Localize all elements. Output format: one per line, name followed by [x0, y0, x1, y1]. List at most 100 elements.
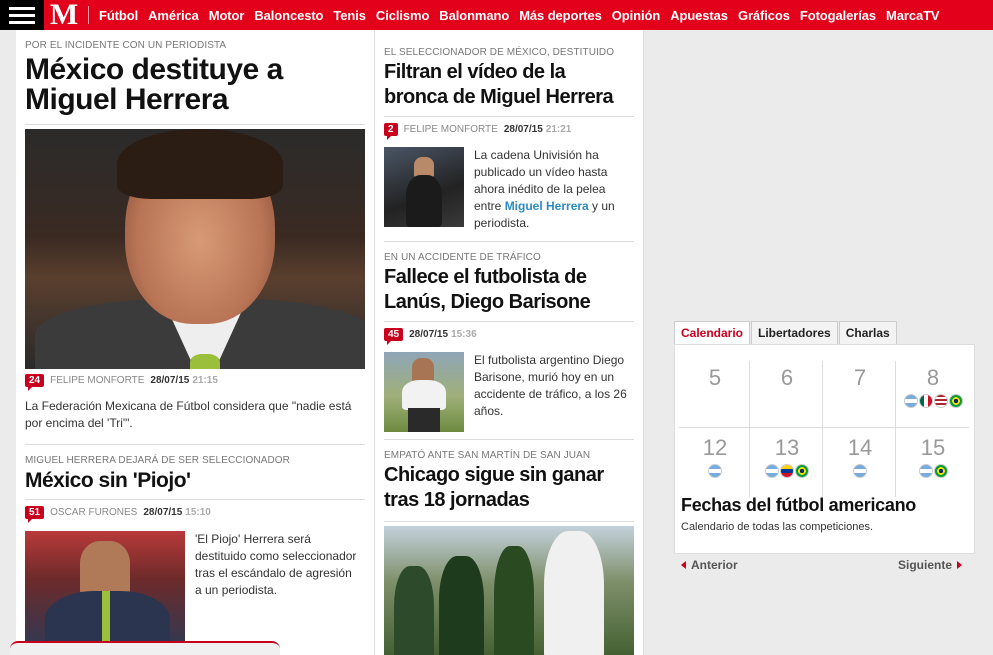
comment-count-badge[interactable]: 2 — [384, 123, 398, 140]
author[interactable]: FELIPE MONFORTE — [404, 124, 498, 135]
second-article-summary: 'El Piojo' Herrera será destituido como … — [195, 532, 357, 597]
chevron-left-icon — [681, 561, 686, 569]
nav-item-mas-deportes[interactable]: Más deportes — [519, 8, 602, 23]
divider — [384, 439, 634, 440]
second-article-title[interactable]: México sin 'Piojo' — [25, 469, 365, 493]
nav-item-balonmano[interactable]: Balonmano — [439, 8, 509, 23]
date: 28/07/15 — [409, 329, 449, 340]
usa-flag-icon — [933, 394, 948, 408]
marca-logo[interactable]: M — [44, 0, 84, 30]
calendar-day[interactable]: 12 — [679, 431, 751, 499]
second-article-kicker: MIGUEL HERRERA DEJARÁ DE SER SELECCIONAD… — [25, 455, 290, 466]
secondary-news-column: EL SELECCIONADOR DE MÉXICO, DESTITUIDO F… — [375, 30, 644, 655]
article-summary: El futbolista argentino Diego Barisone, … — [474, 353, 627, 418]
calendar-tabs: Calendario Libertadores Charlas — [674, 321, 975, 344]
second-article-body: 'El Piojo' Herrera será destituido como … — [25, 531, 365, 651]
main-news-column: POR EL INCIDENTE CON UN PERIODISTA Méxic… — [16, 30, 375, 655]
calendar-title[interactable]: Fechas del fútbol americano — [681, 495, 916, 516]
nav-item-opinion[interactable]: Opinión — [612, 8, 661, 23]
article-body: La cadena Univisión ha publicado un víde… — [384, 147, 634, 232]
second-article-image[interactable] — [25, 531, 185, 651]
main-article-title[interactable]: México destituye a Miguel Herrera — [25, 55, 365, 115]
comment-count-badge[interactable]: 51 — [25, 506, 45, 523]
tab-calendario[interactable]: Calendario — [674, 321, 751, 344]
venezuela-flag-icon — [780, 464, 794, 478]
calendar-day[interactable]: 5 — [679, 361, 751, 429]
time: 15:36 — [451, 329, 477, 340]
mexico-flag-icon — [918, 394, 933, 408]
chevron-right-icon — [957, 561, 963, 569]
nav-item-tenis[interactable]: Tenis — [333, 8, 366, 23]
main-article-meta: 24 FELIPE MONFORTE 28/07/15 21:15 — [25, 374, 365, 391]
article-image[interactable] — [384, 352, 464, 432]
nav-item-futbol[interactable]: Fútbol — [99, 8, 138, 23]
comment-count-badge[interactable]: 24 — [25, 374, 45, 391]
tab-libertadores[interactable]: Libertadores — [751, 321, 838, 344]
calendar-day[interactable]: 8 — [897, 361, 969, 429]
article-title[interactable]: Chicago sigue sin ganar tras 18 jornadas — [384, 463, 634, 513]
nav-item-marcatv[interactable]: MarcaTV — [886, 8, 940, 23]
divider — [384, 116, 634, 117]
tab-charlas[interactable]: Charlas — [838, 321, 897, 344]
calendar-day[interactable]: 13 — [751, 431, 823, 499]
brazil-flag-icon — [795, 464, 809, 478]
divider — [384, 241, 634, 242]
argentina-flag-icon — [708, 464, 722, 478]
article-meta: 45 28/07/15 15:36 — [384, 328, 634, 345]
argentina-flag-icon — [918, 464, 933, 478]
calendar-next-button[interactable]: Siguiente — [898, 558, 963, 572]
main-article-image[interactable] — [25, 129, 365, 369]
calendar-panel: 5 6 7 8 12 13 14 15 Fechas del fútbol am… — [674, 344, 975, 554]
calendar-day[interactable]: 14 — [824, 431, 896, 499]
time: 21:21 — [545, 124, 572, 135]
date: 28/07/15 — [143, 507, 183, 518]
brazil-flag-icon — [933, 464, 948, 478]
calendar-grid: 5 6 7 8 12 13 14 15 — [679, 361, 969, 501]
bottom-bar — [10, 641, 280, 655]
calendar-day[interactable]: 6 — [751, 361, 823, 429]
nav-item-ciclismo[interactable]: Ciclismo — [376, 8, 429, 23]
article-summary: La cadena Univisión ha publicado un víde… — [474, 148, 615, 230]
calendar-day[interactable]: 15 — [897, 431, 969, 499]
author[interactable]: FELIPE MONFORTE — [50, 375, 144, 386]
main-article-kicker: POR EL INCIDENTE CON UN PERIODISTA — [25, 40, 227, 51]
article-image[interactable] — [384, 526, 634, 655]
calendar-widget: Calendario Libertadores Charlas 5 6 7 8 — [674, 321, 975, 554]
calendar-subtitle: Calendario de todas las competiciones. — [681, 521, 874, 533]
nav-item-baloncesto[interactable]: Baloncesto — [254, 8, 323, 23]
menu-icon[interactable] — [0, 0, 44, 30]
time: 15:10 — [185, 507, 211, 518]
argentina-flag-icon — [903, 394, 918, 408]
second-article-meta: 51 OSCAR FURONES 28/07/15 15:10 — [25, 506, 365, 523]
nav-item-fotogalerias[interactable]: Fotogalerías — [800, 8, 876, 23]
divider — [25, 444, 365, 445]
argentina-flag-icon — [765, 464, 779, 478]
article-title[interactable]: Filtran el vídeo de la bronca de Miguel … — [384, 60, 634, 110]
author[interactable]: OSCAR FURONES — [50, 507, 137, 518]
nav-item-motor[interactable]: Motor — [209, 8, 245, 23]
calendar-prev-button[interactable]: Anterior — [681, 558, 738, 572]
article-kicker: EN UN ACCIDENTE DE TRÁFICO — [384, 252, 541, 263]
article-kicker: EL SELECCIONADOR DE MÉXICO, DESTITUIDO — [384, 47, 615, 58]
main-article-summary: La Federación Mexicana de Fútbol conside… — [25, 399, 352, 430]
nav-item-graficos[interactable]: Gráficos — [738, 8, 790, 23]
nav-item-america[interactable]: América — [148, 8, 199, 23]
divider — [25, 499, 365, 500]
date: 28/07/15 — [503, 124, 543, 135]
article-title[interactable]: Fallece el futbolista de Lanús, Diego Ba… — [384, 265, 634, 315]
divider — [384, 321, 634, 322]
article-meta: 2 FELIPE MONFORTE 28/07/15 21:21 — [384, 123, 634, 140]
nav-item-apuestas[interactable]: Apuestas — [670, 8, 728, 23]
article-image[interactable] — [384, 147, 464, 227]
time: 21:15 — [192, 375, 218, 386]
top-nav-bar: M Fútbol América Motor Baloncesto Tenis … — [0, 0, 993, 30]
brazil-flag-icon — [948, 394, 963, 408]
argentina-flag-icon — [853, 464, 867, 478]
player-link[interactable]: Miguel Herrera — [505, 199, 589, 213]
comment-count-badge[interactable]: 45 — [384, 328, 404, 345]
article-body: El futbolista argentino Diego Barisone, … — [384, 352, 634, 432]
calendar-day[interactable]: 7 — [824, 361, 896, 429]
divider — [25, 124, 365, 125]
date: 28/07/15 — [150, 375, 190, 386]
nav-divider — [88, 6, 89, 24]
